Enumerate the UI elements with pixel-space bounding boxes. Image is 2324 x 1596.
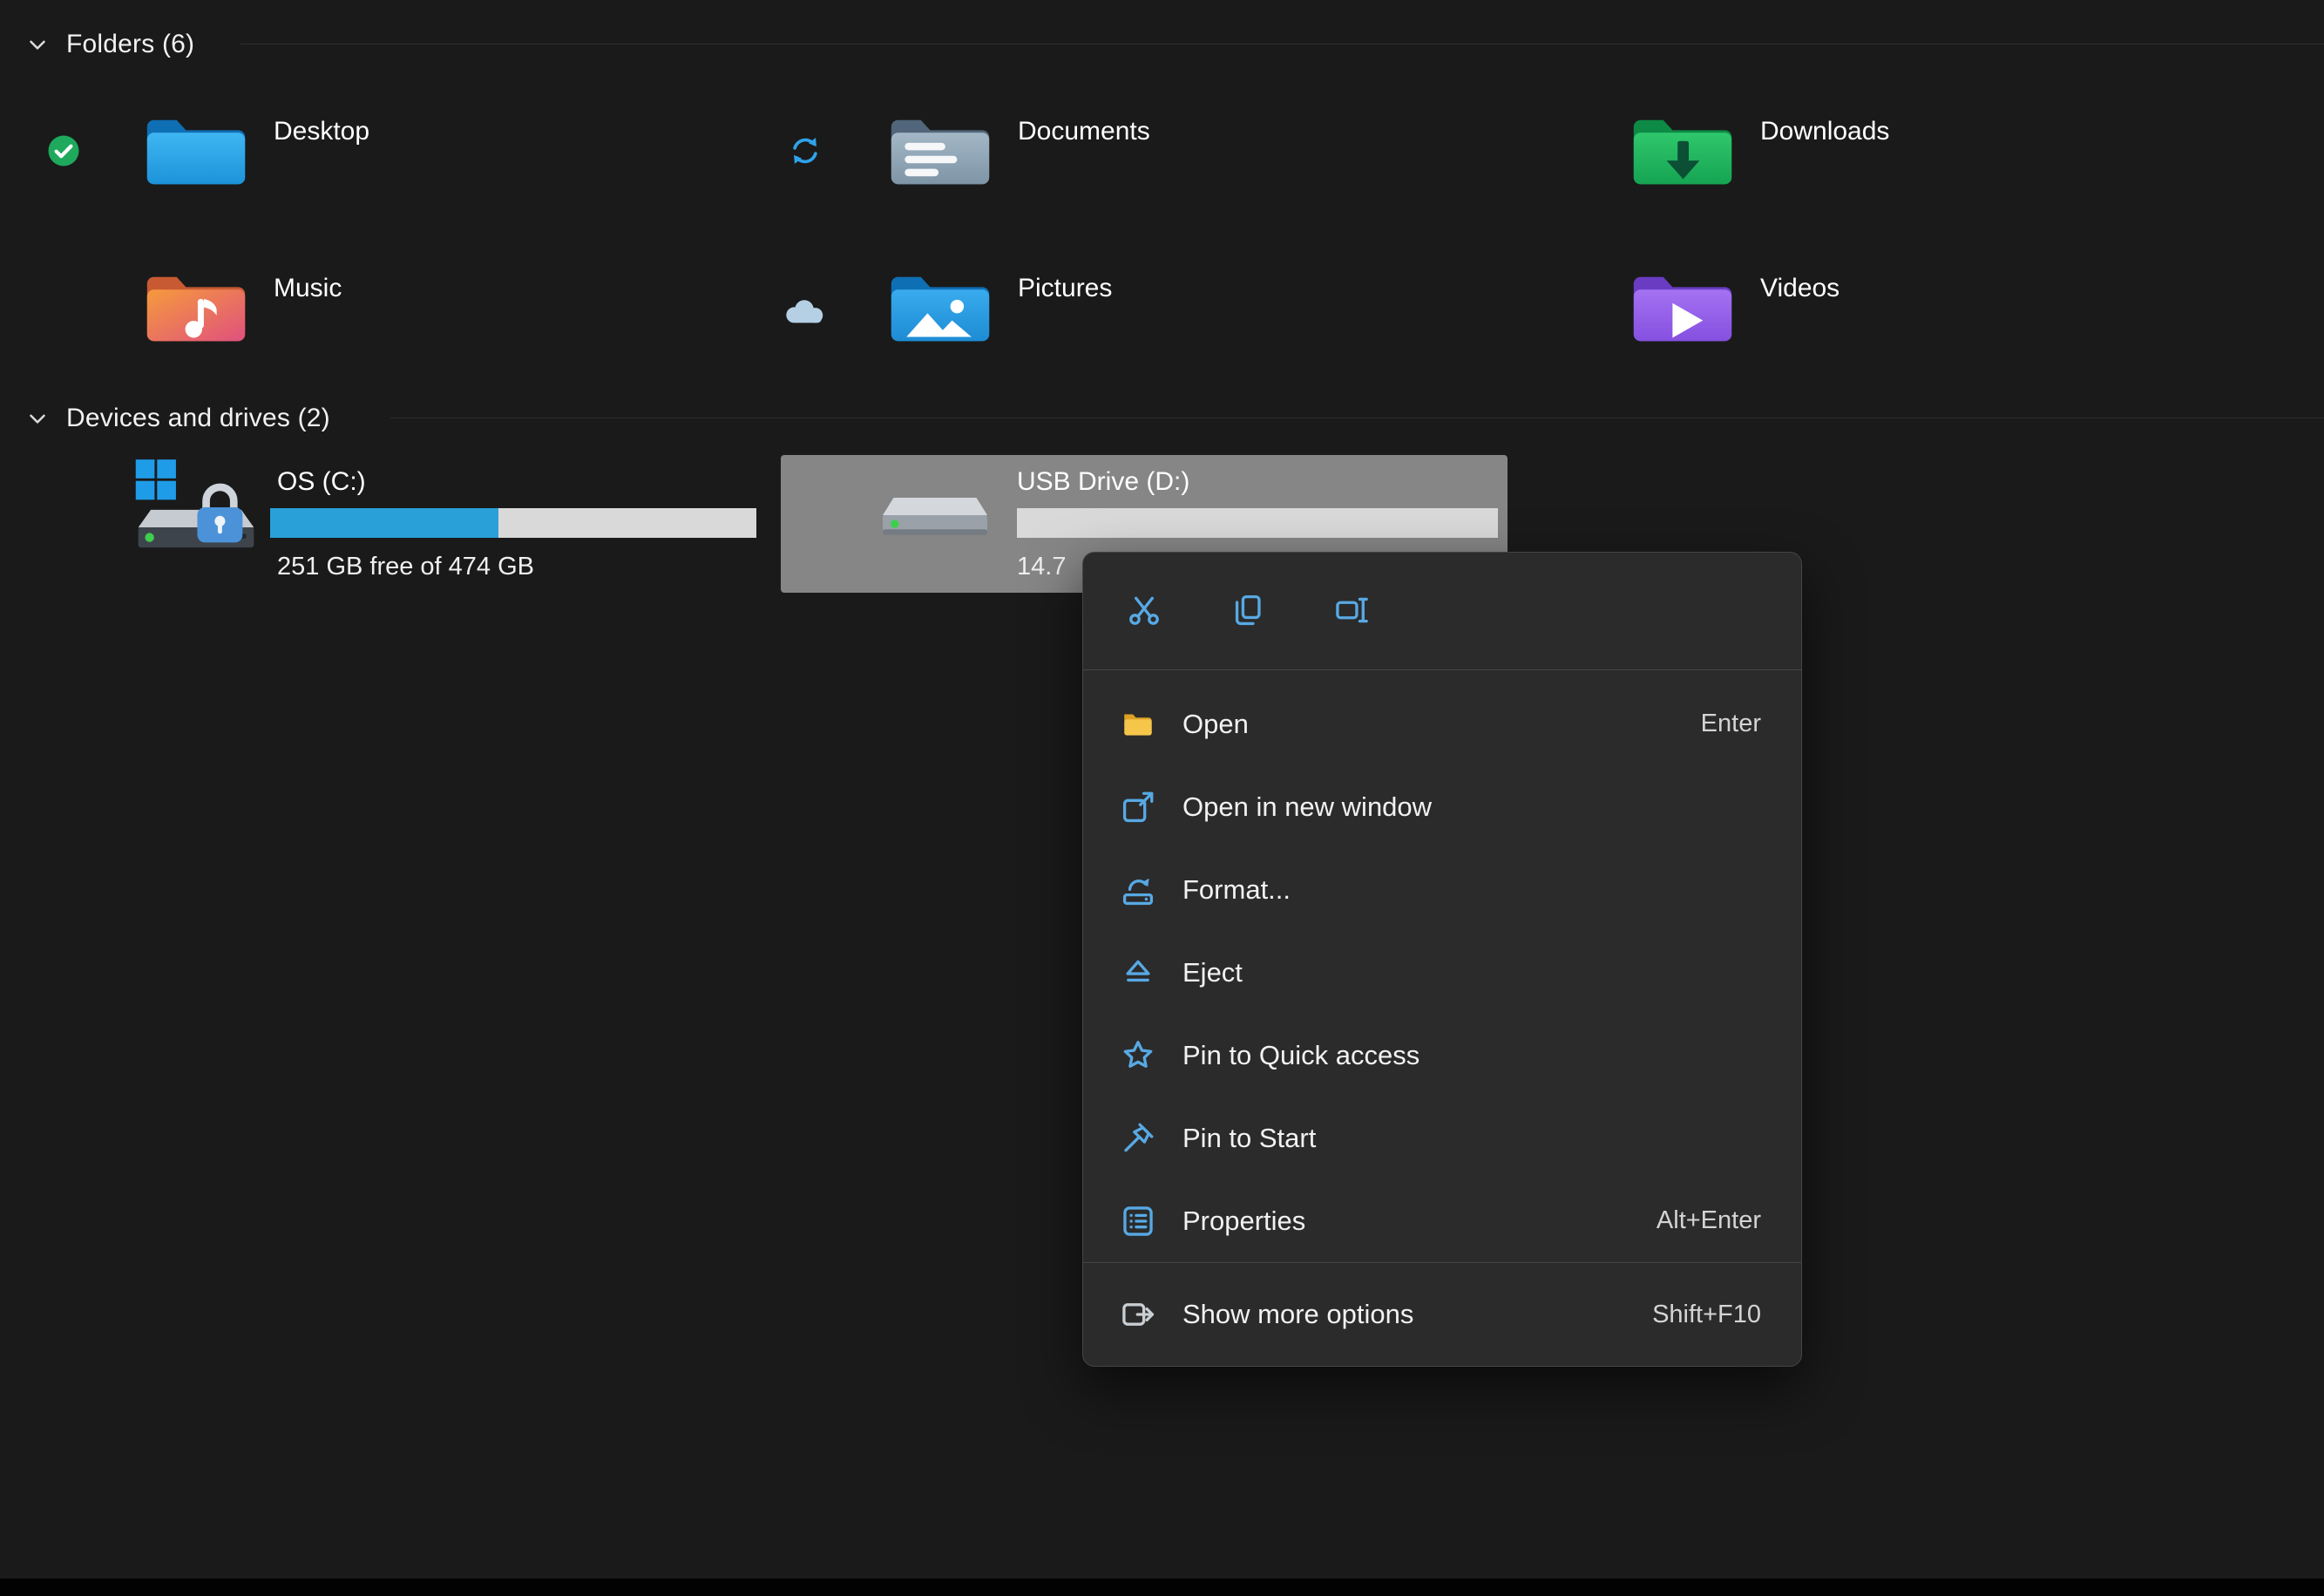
drive-capacity-used [270, 508, 499, 538]
cloud-status-icon [781, 295, 828, 330]
menu-item-open-in-new-window[interactable]: Open in new window [1083, 765, 1801, 848]
drive-label: USB Drive (D:) [1017, 467, 1190, 496]
drive-capacity-bar [270, 508, 756, 538]
copy-icon [1230, 592, 1266, 631]
drive-capacity-bar [1017, 508, 1498, 538]
folder-tile-pictures[interactable]: Pictures [886, 267, 1112, 351]
folder-tile-downloads[interactable]: Downloads [1629, 110, 1889, 194]
copy-button[interactable] [1220, 583, 1276, 639]
format-drive-icon [1120, 872, 1156, 908]
folder-label: Pictures [1018, 274, 1113, 302]
menu-item-properties[interactable]: Properties Alt+Enter [1083, 1179, 1801, 1262]
sync-pending-icon [787, 132, 823, 173]
folder-label: Desktop [274, 117, 370, 146]
documents-folder-icon [891, 119, 990, 185]
menu-item-eject[interactable]: Eject [1083, 931, 1801, 1014]
devices-section-title: Devices and drives (2) [66, 404, 330, 432]
downloads-folder-icon [1633, 119, 1732, 185]
pin-icon [1120, 1120, 1156, 1157]
folder-tile-music[interactable]: Music [142, 267, 342, 351]
context-menu: Open Enter Open in new window Format... … [1082, 552, 1802, 1367]
drive-label: OS (C:) [277, 467, 366, 496]
folder-label: Documents [1018, 117, 1150, 146]
drive-free-space-text: 14.7 [1017, 553, 1067, 581]
desktop-folder-icon [146, 119, 246, 185]
eject-icon [1120, 954, 1156, 991]
folders-section-header[interactable]: Folders (6) [23, 23, 194, 66]
star-icon [1120, 1037, 1156, 1074]
menu-shortcut: Enter [1700, 710, 1761, 737]
context-menu-quick-actions [1083, 553, 1801, 669]
screen-bottom-edge [0, 1579, 2324, 1596]
menu-item-pin-to-quick-access[interactable]: Pin to Quick access [1083, 1014, 1801, 1097]
menu-shortcut: Alt+Enter [1656, 1206, 1761, 1234]
rename-icon [1333, 592, 1370, 631]
cut-icon [1126, 592, 1162, 631]
drive-tile-os-c[interactable]: OS (C:) 251 GB free of 474 GB [122, 455, 849, 593]
system-drive-icon [131, 457, 261, 562]
show-more-options-icon [1120, 1296, 1156, 1333]
file-explorer-items-view: Folders (6) Desktop Documents Downloads … [0, 0, 2324, 1596]
sync-complete-icon [45, 132, 82, 173]
music-folder-icon [146, 276, 246, 342]
folder-tile-documents[interactable]: Documents [886, 110, 1150, 194]
folder-label: Videos [1760, 274, 1840, 302]
context-menu-items: Open Enter Open in new window Format... … [1083, 670, 1801, 1262]
cut-button[interactable] [1116, 583, 1172, 639]
pictures-folder-icon [891, 276, 990, 342]
videos-folder-icon [1633, 276, 1732, 342]
chevron-down-icon [23, 404, 52, 433]
folder-tile-videos[interactable]: Videos [1629, 267, 1840, 351]
menu-shortcut: Shift+F10 [1652, 1300, 1761, 1328]
drive-free-space-text: 251 GB free of 474 GB [277, 553, 535, 581]
folder-label: Music [274, 274, 342, 302]
menu-item-show-more-options[interactable]: Show more options Shift+F10 [1083, 1263, 1801, 1366]
chevron-down-icon [23, 30, 52, 59]
folders-section-title: Folders (6) [66, 30, 195, 58]
menu-item-format[interactable]: Format... [1083, 848, 1801, 931]
new-window-icon [1120, 789, 1156, 825]
folder-label: Downloads [1760, 117, 1890, 146]
properties-icon [1120, 1203, 1156, 1239]
usb-drive-icon [878, 485, 992, 554]
menu-item-open[interactable]: Open Enter [1083, 683, 1801, 765]
menu-item-pin-to-start[interactable]: Pin to Start [1083, 1097, 1801, 1179]
open-folder-icon [1120, 706, 1156, 743]
devices-section-header[interactable]: Devices and drives (2) [23, 397, 330, 440]
rename-button[interactable] [1324, 583, 1379, 639]
folder-tile-desktop[interactable]: Desktop [142, 110, 369, 194]
